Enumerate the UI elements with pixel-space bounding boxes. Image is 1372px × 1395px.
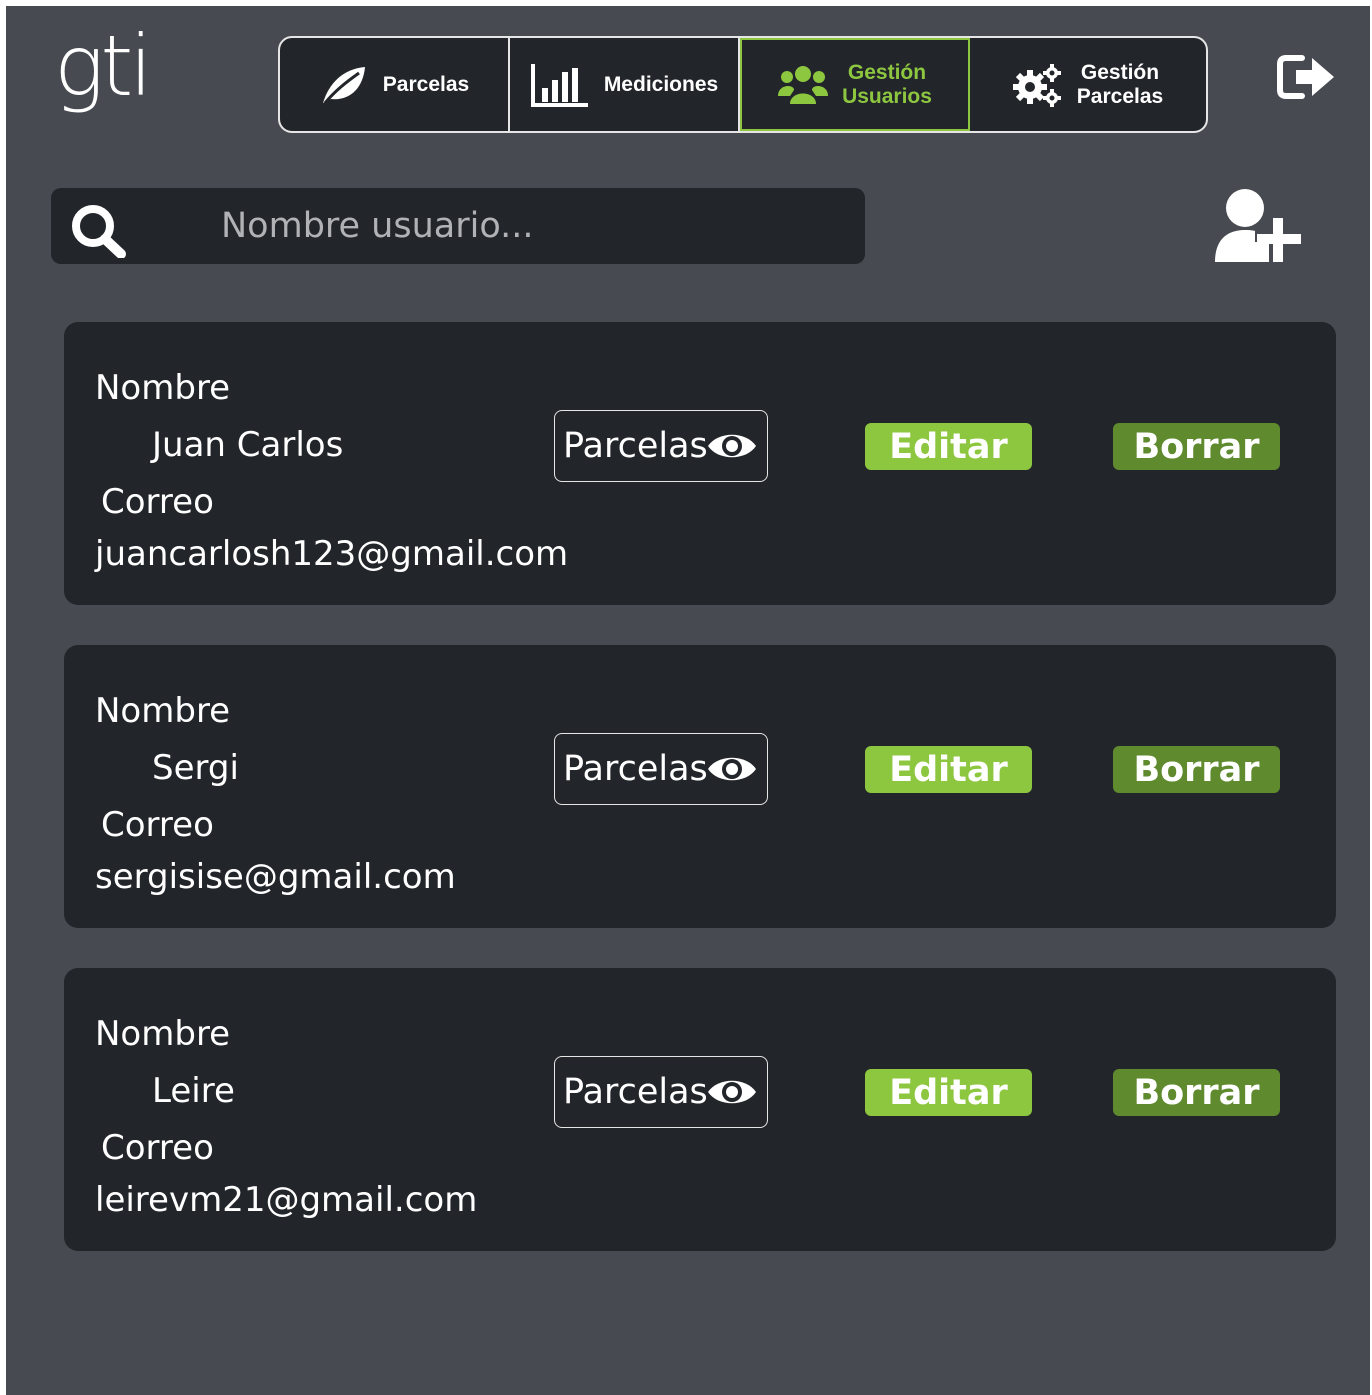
- parcelas-button[interactable]: Parcelas: [554, 733, 768, 805]
- gears-icon: [1012, 62, 1063, 108]
- edit-button[interactable]: Editar: [865, 746, 1032, 793]
- logout-icon[interactable]: [1276, 52, 1338, 102]
- nav-label-parcelas: Parcelas: [382, 72, 470, 96]
- nav-label-gestion-parcelas: Gestión Parcelas: [1076, 60, 1164, 108]
- nombre-value: Juan Carlos: [152, 425, 344, 465]
- app-window: gti Parcelas Mediciones Gestión Usuarios…: [6, 6, 1370, 1395]
- nombre-label: Nombre: [95, 368, 231, 408]
- edit-button[interactable]: Editar: [865, 423, 1032, 470]
- search-bar: [51, 188, 865, 264]
- correo-value: leirevm21@gmail.com: [95, 1180, 478, 1220]
- nombre-label: Nombre: [95, 691, 231, 731]
- correo-label: Correo: [101, 1128, 214, 1168]
- search-icon[interactable]: [65, 202, 131, 262]
- delete-button[interactable]: Borrar: [1113, 1069, 1280, 1116]
- nombre-value: Sergi: [152, 748, 239, 788]
- parcelas-button-label: Parcelas: [563, 1072, 708, 1112]
- nav-item-gestion-usuarios[interactable]: Gestión Usuarios: [740, 38, 970, 131]
- parcelas-button-label: Parcelas: [563, 426, 708, 466]
- delete-button[interactable]: Borrar: [1113, 423, 1280, 470]
- eye-icon: [707, 434, 756, 458]
- correo-value: juancarlosh123@gmail.com: [95, 534, 569, 574]
- correo-label: Correo: [101, 805, 214, 845]
- nombre-label: Nombre: [95, 1014, 231, 1054]
- nav-item-mediciones[interactable]: Mediciones: [510, 38, 740, 131]
- nav-label-gestion-usuarios: Gestión Usuarios: [842, 60, 932, 108]
- user-card: Nombre Juan Carlos Correo juancarlosh123…: [64, 322, 1336, 605]
- correo-label: Correo: [101, 482, 214, 522]
- correo-value: sergisise@gmail.com: [95, 857, 456, 897]
- leaf-icon: [319, 63, 369, 107]
- nav-item-parcelas[interactable]: Parcelas: [280, 38, 510, 131]
- nav-label-mediciones: Mediciones: [603, 72, 719, 96]
- nombre-value: Leire: [152, 1071, 235, 1111]
- eye-icon: [707, 757, 756, 781]
- search-input[interactable]: [219, 200, 843, 252]
- edit-button[interactable]: Editar: [865, 1069, 1032, 1116]
- parcelas-button[interactable]: Parcelas: [554, 410, 768, 482]
- users-icon: [778, 64, 829, 106]
- parcelas-button-label: Parcelas: [563, 749, 708, 789]
- main-nav: Parcelas Mediciones Gestión Usuarios Ges…: [278, 36, 1208, 133]
- parcelas-button[interactable]: Parcelas: [554, 1056, 768, 1128]
- user-card: Nombre Leire Correo leirevm21@gmail.com …: [64, 968, 1336, 1251]
- add-user-icon[interactable]: [1211, 186, 1309, 268]
- user-card: Nombre Sergi Correo sergisise@gmail.com …: [64, 645, 1336, 928]
- nav-item-gestion-parcelas[interactable]: Gestión Parcelas: [970, 38, 1206, 131]
- delete-button[interactable]: Borrar: [1113, 746, 1280, 793]
- bar-chart-icon: [530, 62, 590, 108]
- app-logo[interactable]: gti: [54, 24, 153, 108]
- eye-icon: [707, 1080, 756, 1104]
